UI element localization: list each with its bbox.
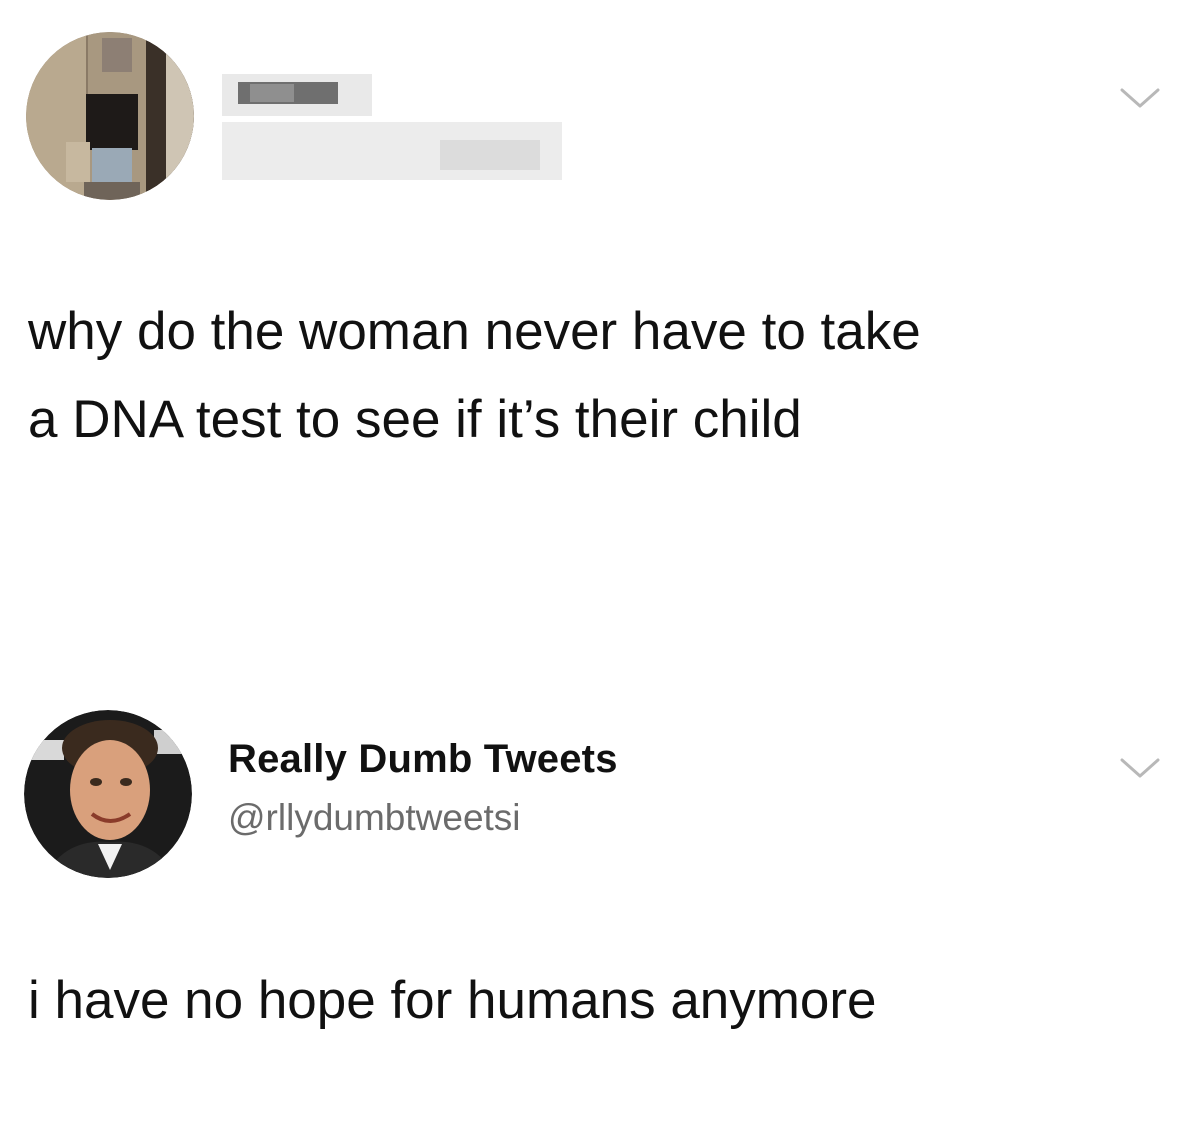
- display-name[interactable]: Really Dumb Tweets: [228, 737, 618, 782]
- avatar-image: [26, 32, 194, 200]
- tweet-menu-button[interactable]: [1120, 756, 1160, 780]
- handle-obscured-inner: [440, 140, 540, 170]
- name-obscured-mid: [250, 84, 294, 102]
- chevron-down-icon: [1120, 88, 1160, 108]
- tweet-text-line: i have no hope for humans anymore: [28, 971, 877, 1030]
- tweet-menu-button[interactable]: [1120, 86, 1160, 110]
- tweet-text: i have no hope for humans anymore: [28, 957, 877, 1045]
- avatar-obscured[interactable]: [26, 32, 194, 200]
- tweet-text: why do the woman never have to take a DN…: [28, 288, 921, 464]
- avatar-image: [24, 710, 192, 878]
- tweet-text-line: why do the woman never have to take: [28, 302, 921, 361]
- handle[interactable]: @rllydumbtweetsi: [228, 797, 521, 839]
- tweet-text-line: a DNA test to see if it’s their child: [28, 390, 802, 449]
- chevron-down-icon: [1120, 758, 1160, 778]
- avatar[interactable]: [24, 710, 192, 878]
